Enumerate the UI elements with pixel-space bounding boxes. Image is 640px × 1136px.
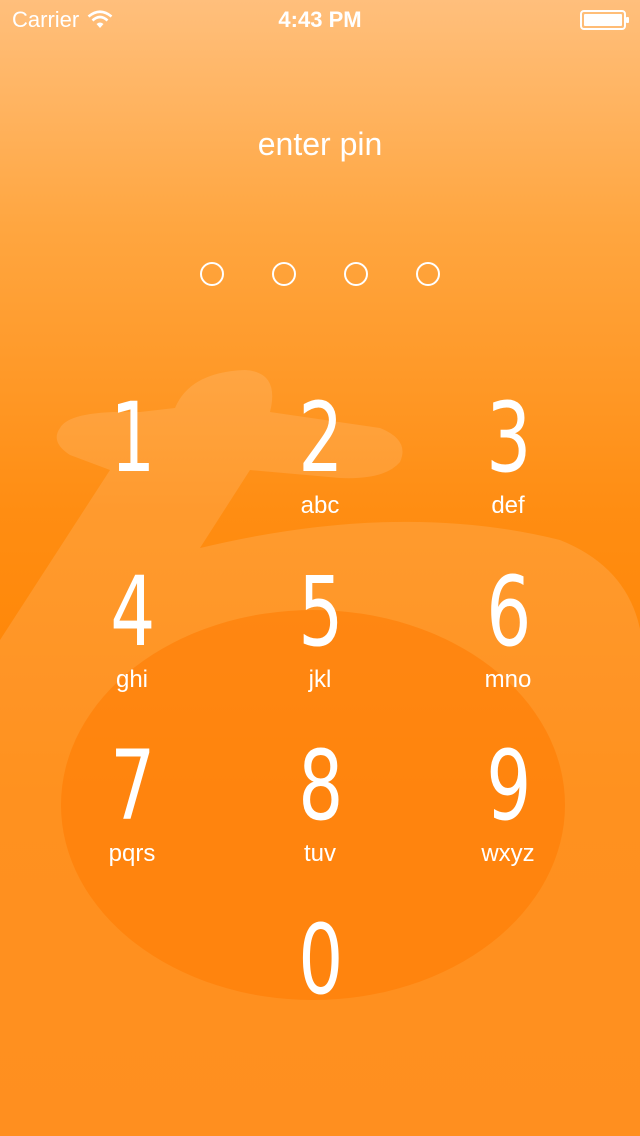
- key-1[interactable]: 1: [42, 388, 222, 538]
- key-0[interactable]: 0: [230, 910, 410, 1060]
- key-digit: 0: [298, 904, 343, 1016]
- key-letters: pqrs: [108, 840, 156, 867]
- key-letters: ghi: [115, 666, 149, 693]
- key-letters: def: [491, 492, 525, 519]
- key-6[interactable]: 6 mno: [418, 562, 598, 712]
- key-2[interactable]: 2 abc: [230, 388, 410, 538]
- pin-dot-3: [344, 262, 368, 286]
- key-digit: 1: [110, 382, 155, 494]
- key-4[interactable]: 4 ghi: [42, 562, 222, 712]
- key-letters: mno: [484, 666, 532, 693]
- key-letters: jkl: [308, 666, 332, 693]
- key-digit: 3: [486, 382, 531, 494]
- pin-dot-4: [416, 262, 440, 286]
- pin-dot-1: [200, 262, 224, 286]
- key-letters: tuv: [303, 840, 336, 867]
- key-letters: abc: [300, 492, 340, 519]
- key-digit: 4: [110, 556, 155, 668]
- status-bar: Carrier 4:43 PM: [0, 0, 640, 40]
- enter-pin-prompt: enter pin: [257, 126, 383, 162]
- pin-dot-2: [272, 262, 296, 286]
- key-5[interactable]: 5 jkl: [230, 562, 410, 712]
- key-8[interactable]: 8 tuv: [230, 736, 410, 886]
- key-digit: 2: [298, 382, 343, 494]
- pin-indicator: [0, 262, 640, 288]
- key-7[interactable]: 7 pqrs: [42, 736, 222, 886]
- key-digit: 9: [486, 730, 531, 842]
- key-3[interactable]: 3 def: [418, 388, 598, 538]
- key-digit: 5: [298, 556, 343, 668]
- status-time: 4:43 PM: [278, 7, 362, 32]
- key-digit: 7: [110, 730, 155, 842]
- key-digit: 8: [298, 730, 343, 842]
- battery-icon: [580, 10, 629, 30]
- key-9[interactable]: 9 wxyz: [418, 736, 598, 886]
- key-letters: wxyz: [481, 840, 535, 867]
- key-digit: 6: [486, 556, 531, 668]
